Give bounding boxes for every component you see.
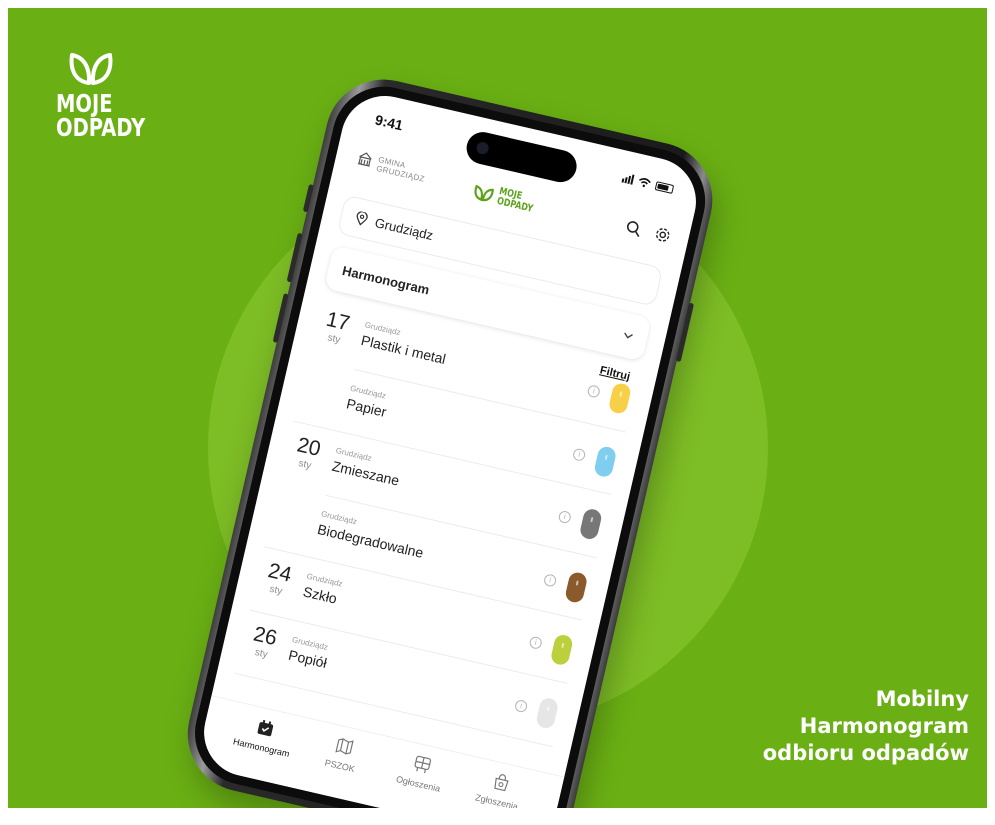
gmina-label: GMINA GRUDZIĄDZ (356, 151, 428, 184)
waste-bin-color-icon (535, 696, 560, 730)
waste-type: Plastik i metal (359, 331, 448, 368)
day-date: 24 sty (260, 558, 297, 599)
waste-type: Zmieszane (330, 457, 401, 489)
info-icon[interactable]: i (571, 447, 587, 462)
info-icon[interactable]: i (557, 509, 572, 525)
app-screen: 9:41 GMINA GRUDZIĄDZ MOJE ODPADY Grudzią… (195, 87, 705, 808)
tab-zg-oszenia[interactable]: Zgłoszenia (455, 766, 537, 808)
tab-og-oszenia[interactable]: Ogłoszenia (377, 748, 459, 808)
waste-bin-color-icon (564, 570, 589, 605)
day-date: 20 sty (289, 433, 326, 474)
waste-type: Biodegradowalne (315, 521, 426, 561)
status-icons (621, 173, 675, 194)
notice-board-icon (411, 754, 433, 778)
waste-bin-color-icon (549, 633, 574, 667)
municipality-building-icon (357, 152, 372, 167)
mute-switch (302, 184, 314, 213)
waste-bin-color-icon (593, 445, 618, 479)
calendar-icon (255, 717, 277, 741)
app-logo: MOJE ODPADY (471, 181, 544, 216)
tab-pszok[interactable]: PSZOK (298, 730, 380, 805)
tagline-line1: Mobilny (875, 687, 969, 711)
chevron-down-icon (624, 332, 633, 339)
day-date: 26 sty (245, 622, 282, 663)
brand-name: MOJE ODPADY (56, 91, 146, 142)
tab-label: Ogłoszenia (395, 774, 442, 794)
phone-mockup: 9:41 GMINA GRUDZIĄDZ MOJE ODPADY Grudzią… (176, 68, 724, 808)
waste-bin-color-icon (578, 507, 603, 541)
tab-label: PSZOK (323, 757, 356, 775)
location-pin-icon (356, 211, 368, 226)
tagline-line2: Harmonogram (799, 714, 969, 738)
tab-label: Harmonogram (232, 736, 291, 760)
tab-label: Zgłoszenia (474, 792, 519, 808)
wifi-icon (639, 178, 651, 188)
tagline-line3: odbioru odpadów (762, 741, 969, 765)
header-actions (624, 219, 672, 245)
phone-bezel: 9:41 GMINA GRUDZIĄDZ MOJE ODPADY Grudzią… (184, 76, 716, 808)
info-icon[interactable]: i (528, 635, 543, 650)
location-value: Grudziądz (373, 214, 435, 243)
promo-banner: MOJE ODPADY Mobilny Harmonogram odbioru … (8, 8, 987, 808)
tagline: Mobilny Harmonogram odbioru odpadów (763, 686, 969, 767)
leaf-logo-icon (474, 184, 495, 201)
settings-gear-icon[interactable] (653, 225, 672, 244)
signal-icon (621, 173, 635, 185)
dynamic-island (463, 128, 580, 186)
report-bag-icon (490, 772, 512, 796)
leaf-logo-icon (69, 53, 113, 85)
section-title: Harmonogram (340, 262, 431, 298)
phone-frame: 9:41 GMINA GRUDZIĄDZ MOJE ODPADY Grudzią… (176, 68, 724, 808)
waste-bin-color-icon (607, 381, 632, 416)
info-icon[interactable]: i (542, 573, 558, 588)
brand-name-line2: ODPADY (56, 113, 146, 142)
status-time: 9:41 (373, 111, 405, 134)
tab-harmonogram[interactable]: Harmonogram (220, 712, 302, 787)
brand-logo: MOJE ODPADY (56, 52, 166, 140)
schedule-list: 17 sty Grudziądz Plastik i metal i Grudziądz P… (217, 292, 657, 751)
info-icon[interactable]: i (513, 698, 529, 714)
battery-icon (654, 180, 675, 194)
map-icon (333, 736, 355, 760)
search-icon[interactable] (624, 219, 643, 238)
day-date: 17 sty (318, 307, 355, 348)
info-icon[interactable]: i (586, 384, 601, 399)
